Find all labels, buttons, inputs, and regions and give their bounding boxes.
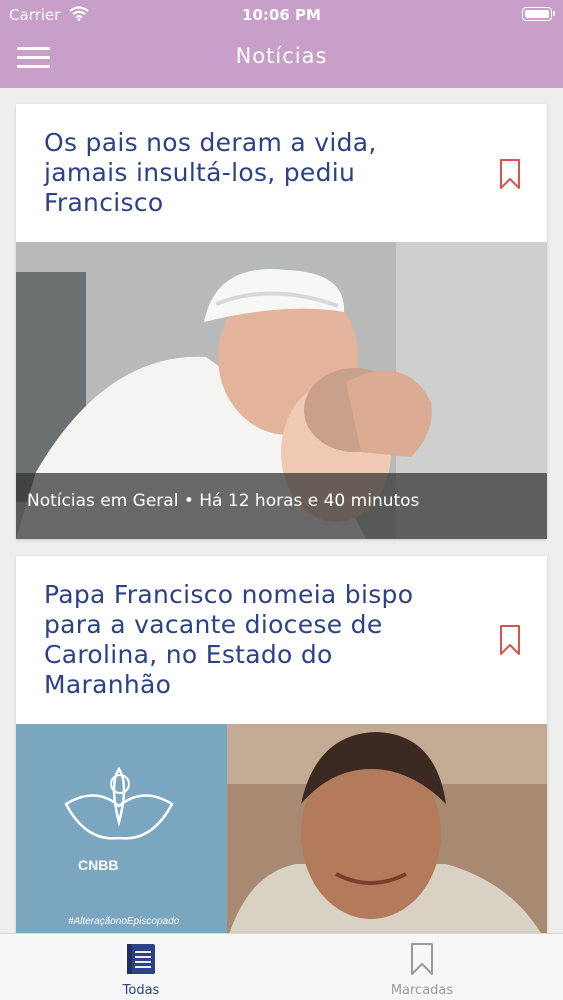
image-hashtag: #AlteraçãonoEpiscopado (68, 916, 180, 927)
top-bar: Carrier 10:06 PM Notícias (0, 0, 563, 88)
document-list-icon (125, 942, 157, 976)
bookmark-icon[interactable] (499, 158, 521, 190)
news-image[interactable]: CNBB #AlteraçãonoEpiscopado (16, 724, 547, 933)
bishop-portrait-photo (16, 724, 547, 933)
tab-marcadas[interactable]: Marcadas (352, 934, 492, 1000)
clock: 10:06 PM (242, 6, 321, 24)
page-title: Notícias (235, 44, 328, 68)
tab-bar: Todas Marcadas (0, 933, 563, 1000)
bookmark-icon[interactable] (499, 624, 521, 656)
news-meta: Notícias em Geral • Há 12 horas e 40 min… (16, 473, 547, 539)
tab-todas[interactable]: Todas (71, 934, 211, 1000)
news-card[interactable]: Papa Francisco nomeia bispo para a vacan… (16, 556, 547, 933)
news-title[interactable]: Papa Francisco nomeia bispo para a vacan… (44, 580, 464, 700)
tab-label: Marcadas (390, 983, 454, 998)
status-bar: Carrier 10:06 PM (0, 0, 563, 30)
bookmark-outline-icon (406, 942, 438, 976)
news-image[interactable]: Notícias em Geral • Há 12 horas e 40 min… (16, 242, 547, 539)
news-title[interactable]: Os pais nos deram a vida, jamais insultá… (44, 128, 464, 218)
tab-label: Todas (122, 983, 160, 998)
news-card[interactable]: Os pais nos deram a vida, jamais insultá… (16, 104, 547, 539)
news-feed[interactable]: Os pais nos deram a vida, jamais insultá… (0, 88, 563, 933)
cnbb-logo-text: CNBB (78, 857, 119, 873)
battery-icon (522, 7, 555, 21)
